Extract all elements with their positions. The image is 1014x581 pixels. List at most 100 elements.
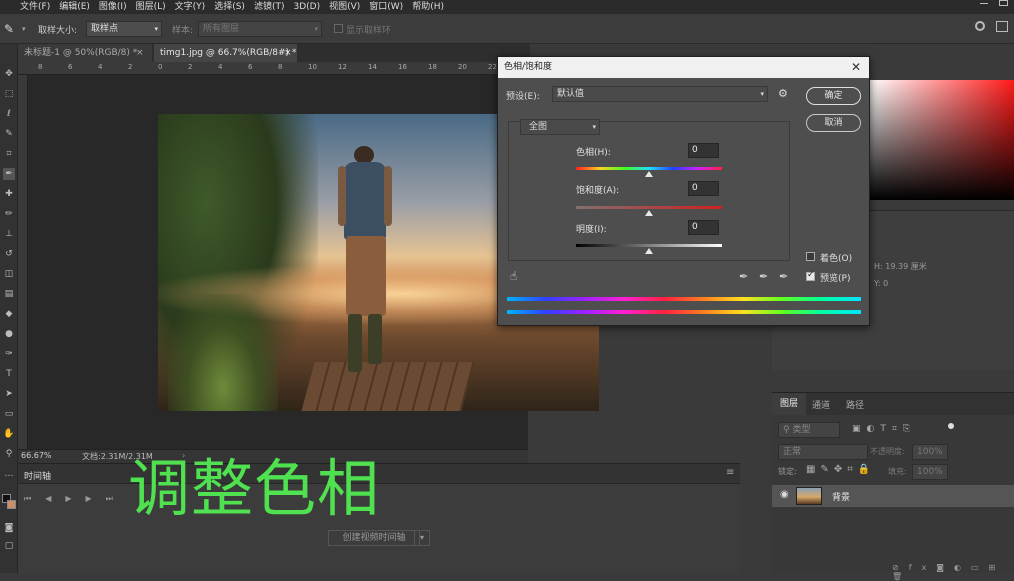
- workspace-icon[interactable]: [996, 21, 1008, 32]
- pen-tool-icon[interactable]: ✑: [3, 348, 15, 360]
- color-picker-field[interactable]: [870, 80, 1014, 200]
- chevron-down-icon[interactable]: ▾: [414, 530, 430, 546]
- path-select-tool-icon[interactable]: ➤: [3, 388, 15, 400]
- zoom-tool-icon[interactable]: ⚲: [3, 448, 15, 460]
- playback-controls[interactable]: ⏮◀▶▶⏭: [24, 494, 127, 504]
- background-color-swatch[interactable]: [7, 500, 16, 509]
- sample-select[interactable]: 所有图层 ▾: [198, 21, 322, 37]
- hue-slider-track[interactable]: [576, 167, 722, 170]
- filter-toggle-icon[interactable]: [948, 423, 954, 429]
- show-ring-checkbox[interactable]: [334, 24, 343, 33]
- targeted-adjustment-hand-icon[interactable]: ☝: [510, 269, 517, 283]
- gear-icon[interactable]: ⚙: [778, 87, 788, 100]
- menu-help[interactable]: 帮助(H): [412, 2, 444, 12]
- ok-button[interactable]: 确定: [806, 87, 861, 105]
- tab-paths[interactable]: 路径: [846, 398, 864, 411]
- hand-tool-icon[interactable]: ✋: [3, 428, 15, 440]
- layer-row-background[interactable]: ◉ 背景: [772, 485, 1014, 507]
- hue-slider-thumb[interactable]: [645, 171, 653, 177]
- chevron-down-icon[interactable]: ▾: [22, 25, 26, 33]
- input-color-ramp: [507, 297, 861, 301]
- hue-input[interactable]: 0: [688, 143, 719, 158]
- menu-3d[interactable]: 3D(D): [293, 2, 320, 12]
- blur-tool-icon[interactable]: ◆: [3, 308, 15, 320]
- lightness-slider-thumb[interactable]: [645, 248, 653, 254]
- crop-tool-icon[interactable]: ⌗: [3, 148, 15, 160]
- menu-layer[interactable]: 图层(L): [136, 2, 166, 12]
- eyedropper-subtract-icon[interactable]: ✒: [779, 270, 788, 283]
- lightness-input[interactable]: 0: [688, 220, 719, 235]
- eyedropper-tool-icon[interactable]: ✒: [3, 168, 15, 180]
- lasso-tool-icon[interactable]: ℓ: [3, 108, 15, 120]
- saturation-input[interactable]: 0: [688, 181, 719, 196]
- shape-tool-icon[interactable]: ▭: [3, 408, 15, 420]
- channel-select[interactable]: 全图 ▾: [520, 119, 600, 135]
- history-brush-icon[interactable]: ↺: [3, 248, 15, 260]
- gradient-tool-icon[interactable]: ▤: [3, 288, 15, 300]
- lock-icons[interactable]: ▦✎✥⌗🔒: [806, 464, 875, 475]
- layer-filter-select[interactable]: ⚲ 类型: [778, 422, 840, 438]
- preview-label: 预览(P): [820, 274, 851, 284]
- tab-timeline[interactable]: 时间轴: [24, 469, 51, 482]
- blend-mode-select[interactable]: 正常: [778, 444, 868, 460]
- dialog-titlebar[interactable]: 色相/饱和度 ✕: [498, 57, 869, 78]
- ruler-mark: 10: [308, 63, 317, 71]
- cancel-button[interactable]: 取消: [806, 114, 861, 132]
- more-tools-icon[interactable]: …: [3, 468, 15, 480]
- search-icon[interactable]: [975, 21, 985, 31]
- lightness-slider-track[interactable]: [576, 244, 722, 247]
- tab-timg1[interactable]: timg1.jpg @ 66.7%(RGB/8#) * ×: [154, 44, 297, 62]
- preset-select[interactable]: 默认值 ▾: [552, 86, 768, 102]
- eyedropper-icon[interactable]: ✒: [739, 270, 748, 283]
- opacity-field[interactable]: 100%: [912, 444, 948, 460]
- close-icon[interactable]: ×: [136, 44, 144, 62]
- panel-menu-icon[interactable]: ≡: [726, 467, 734, 478]
- menu-select[interactable]: 选择(S): [214, 2, 245, 12]
- menu-edit[interactable]: 编辑(E): [59, 2, 90, 12]
- zoom-level[interactable]: 66.67%: [21, 451, 52, 460]
- dodge-tool-icon[interactable]: ●: [3, 328, 15, 340]
- preview-checkbox[interactable]: ✓: [806, 270, 815, 281]
- quick-select-tool-icon[interactable]: ✎: [3, 128, 15, 140]
- healing-tool-icon[interactable]: ✚: [3, 188, 15, 200]
- tab-channels[interactable]: 通道: [812, 398, 830, 411]
- grass-left: [168, 294, 278, 411]
- menu-window[interactable]: 窗口(W): [369, 2, 403, 12]
- eraser-tool-icon[interactable]: ◫: [3, 268, 15, 280]
- maximize-icon[interactable]: [999, 0, 1008, 6]
- menu-file[interactable]: 文件(F): [20, 2, 50, 12]
- fill-field[interactable]: 100%: [912, 464, 948, 480]
- create-video-timeline-button[interactable]: 创建视频时间轴: [328, 530, 420, 546]
- colorize-checkbox[interactable]: [806, 252, 815, 261]
- chevron-down-icon: ▾: [760, 90, 764, 98]
- canvas-area[interactable]: 8 6 4 2 0 2 4 6 8 10 12 14 16 18 20 22: [18, 62, 599, 449]
- brush-tool-icon[interactable]: ✏: [3, 208, 15, 220]
- menu-filter[interactable]: 滤镜(T): [254, 2, 285, 12]
- stamp-tool-icon[interactable]: ⊥: [3, 228, 15, 240]
- close-icon[interactable]: ×: [284, 44, 292, 62]
- marquee-tool-icon[interactable]: ⬚: [3, 88, 15, 100]
- type-tool-icon[interactable]: T: [3, 368, 15, 380]
- eyedropper-tool-icon[interactable]: ✎: [4, 22, 14, 36]
- fill-value: 100%: [917, 467, 943, 477]
- sample-size-select[interactable]: 取样点 ▾: [86, 21, 162, 37]
- close-icon[interactable]: ✕: [851, 57, 861, 78]
- quick-mask-icon[interactable]: ◙: [3, 522, 15, 534]
- menu-image[interactable]: 图像(I): [99, 2, 127, 12]
- menu-view[interactable]: 视图(V): [329, 2, 360, 12]
- screen-mode-icon[interactable]: ▢: [3, 540, 15, 552]
- layers-tabs: 图层 通道 路径: [772, 393, 1014, 415]
- saturation-slider-thumb[interactable]: [645, 210, 653, 216]
- minimize-icon[interactable]: [980, 3, 988, 4]
- menu-type[interactable]: 文字(Y): [175, 2, 206, 12]
- eye-icon[interactable]: ◉: [780, 489, 789, 500]
- ruler-mark: 18: [428, 63, 437, 71]
- hue-label: 色相(H):: [576, 148, 611, 158]
- saturation-slider-track[interactable]: [576, 206, 722, 209]
- layer-actions[interactable]: ⊘fx◙◐▭⊞🗑: [892, 563, 1014, 581]
- move-tool-icon[interactable]: ✥: [3, 68, 15, 80]
- tab-layers[interactable]: 图层: [772, 393, 806, 415]
- layer-filter-icons[interactable]: ▣◐T⌗⎘: [852, 424, 916, 434]
- tab-untitled[interactable]: 未标题-1 @ 50%(RGB/8) * ×: [18, 44, 152, 62]
- eyedropper-add-icon[interactable]: ✒: [759, 270, 768, 283]
